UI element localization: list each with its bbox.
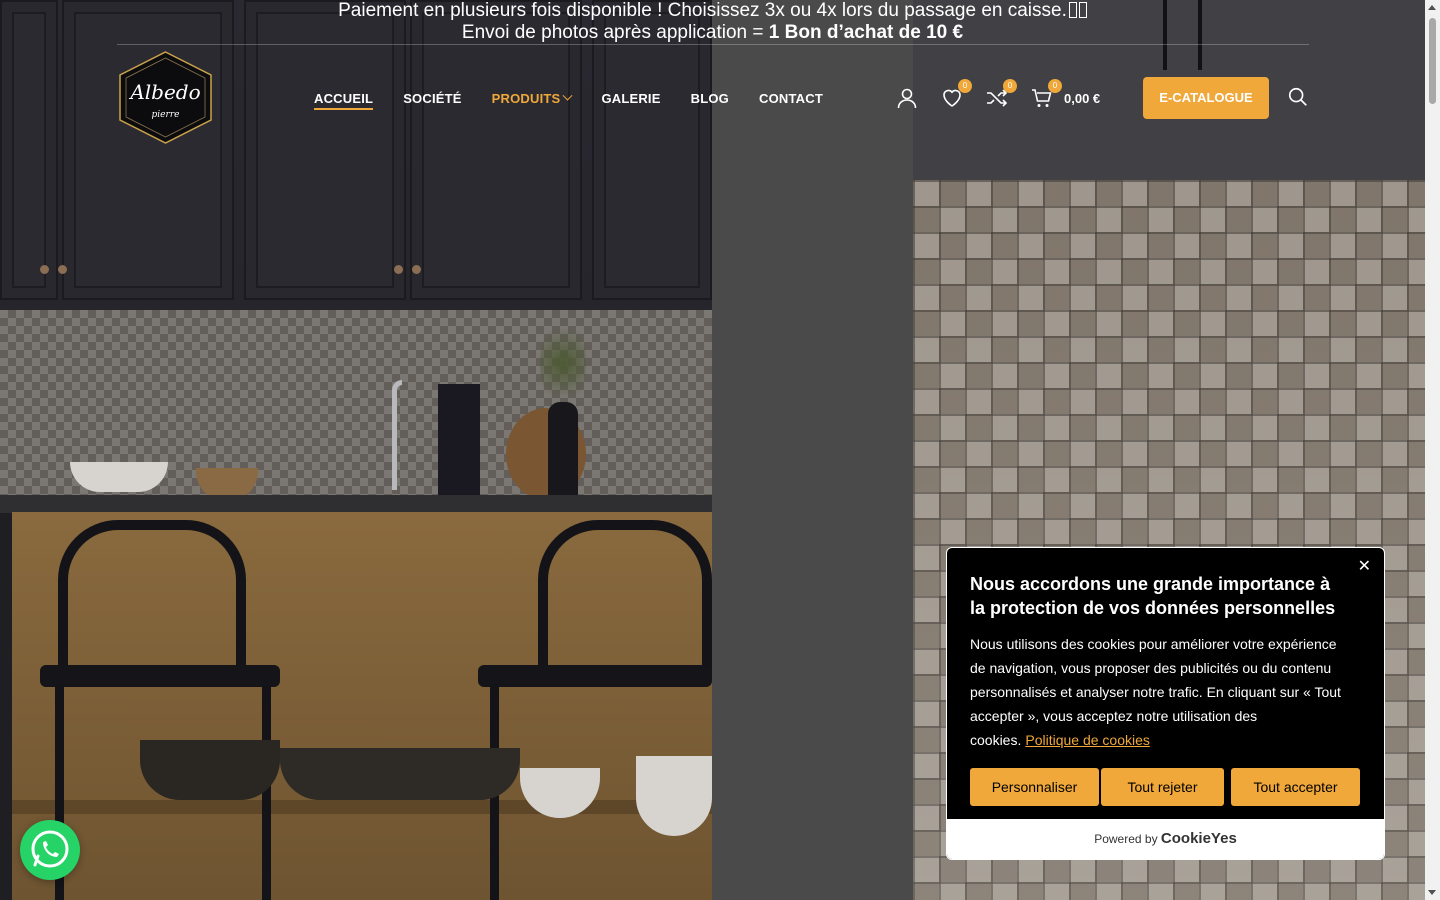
emoji-placeholder-icon (1068, 2, 1077, 18)
accept-all-button[interactable]: Tout accepter (1231, 768, 1360, 806)
nav-item-blog[interactable]: BLOG (691, 88, 729, 108)
reject-all-button[interactable]: Tout rejeter (1101, 768, 1224, 806)
cookie-title: Nous accordons une grande importance à l… (970, 574, 1336, 618)
compare-button[interactable]: 0 (985, 79, 1017, 110)
header-divider (117, 44, 1309, 45)
countertop (0, 495, 712, 513)
cookieyes-logo: CookieYes (1160, 830, 1237, 847)
announcement-voucher: 1 Bon d’achat de 10 € (768, 22, 964, 43)
logo-wordmark: Albedo (130, 80, 201, 104)
page-scrollbar[interactable] (1425, 0, 1440, 900)
nav-item-contact[interactable]: CONTACT (759, 88, 823, 108)
chair-back (58, 520, 246, 670)
island-shelf (12, 800, 712, 814)
chair-back (538, 520, 712, 670)
cabinet-door (410, 0, 582, 300)
cart-count-badge: 0 (1048, 79, 1062, 93)
nav-item-societe[interactable]: SOCIÉTÉ (403, 88, 461, 108)
whatsapp-chat-button[interactable] (20, 820, 80, 880)
cabinet-knob (394, 265, 403, 274)
hero-divider-panel (712, 0, 913, 900)
chair-leg (262, 685, 271, 900)
wishlist-button[interactable]: 0 (940, 79, 972, 110)
announcement-text-1: Paiement en plusieurs fois disponible ! … (338, 0, 1067, 21)
cabinet-door (0, 0, 58, 300)
announcement-bar: Paiement en plusieurs fois disponible ! … (0, 0, 1425, 44)
search-icon (1288, 87, 1307, 106)
cabinet-knob (412, 265, 421, 274)
basket (140, 740, 280, 800)
nav-item-produits[interactable]: PRODUITS (491, 88, 573, 108)
chair-seat (40, 665, 280, 687)
cookie-consent-banner: ✕ Nous accordons une grande importance à… (946, 547, 1385, 860)
hero-image-kitchen (0, 0, 712, 900)
nav-item-galerie[interactable]: GALERIE (601, 88, 660, 108)
user-icon (897, 88, 917, 109)
plant (540, 318, 586, 408)
cookie-description: Nous utilisons des cookies pour améliore… (970, 632, 1355, 752)
cookie-policy-link[interactable]: Politique de cookies (1025, 732, 1150, 748)
whatsapp-icon (31, 830, 69, 868)
header-icons: 0 0 0 0,00 € (895, 79, 1100, 112)
announcement-line-2: Envoi de photos après application = 1 Bo… (0, 22, 1425, 44)
cabinet-door (592, 0, 712, 300)
announcement-line-1: Paiement en plusieurs fois disponible ! … (0, 0, 1425, 22)
close-icon[interactable]: ✕ (1358, 556, 1371, 576)
cabinet-knob (40, 265, 49, 274)
dark-board (438, 384, 480, 500)
compare-count-badge: 0 (1003, 79, 1017, 93)
bowl-stack (636, 756, 712, 836)
cabinet-knob (58, 265, 67, 274)
chair-seat (478, 665, 712, 687)
search-button[interactable] (1287, 86, 1309, 108)
customize-button[interactable]: Personnaliser (970, 768, 1099, 806)
scrollbar-thumb[interactable] (1429, 18, 1436, 104)
cabinet-door (244, 0, 406, 300)
emoji-placeholder-icon (1078, 2, 1087, 18)
nav-item-produits-label: PRODUITS (491, 90, 561, 106)
cookie-powered-by: Powered by CookieYes (947, 819, 1384, 859)
faucet (392, 380, 402, 490)
cabinet-door (62, 0, 234, 300)
announcement-text-2: Envoi de photos après application = (461, 22, 769, 43)
logo-tagline: pierre (151, 110, 180, 120)
cart-total[interactable]: 0,00 € (1064, 91, 1100, 106)
e-catalogue-button[interactable]: E-CATALOGUE (1143, 77, 1269, 119)
powered-by-label: Powered by (1094, 832, 1158, 846)
basket (280, 748, 520, 800)
cart-button[interactable]: 0 (1030, 79, 1062, 110)
chevron-down-icon (562, 90, 573, 101)
site-logo[interactable]: Albedo pierre (117, 50, 214, 145)
scroll-up-arrow-icon[interactable] (1428, 5, 1436, 10)
scroll-down-arrow-icon[interactable] (1428, 890, 1436, 895)
vase (548, 402, 578, 502)
wishlist-count-badge: 0 (958, 79, 972, 93)
kitchen-cabinets (0, 0, 712, 310)
plates-stack (70, 462, 168, 492)
nav-item-accueil[interactable]: ACCUEIL (314, 88, 374, 110)
main-navigation: ACCUEIL SOCIÉTÉ PRODUITS GALERIE BLOG CO… (314, 88, 853, 110)
account-button[interactable] (895, 86, 919, 110)
